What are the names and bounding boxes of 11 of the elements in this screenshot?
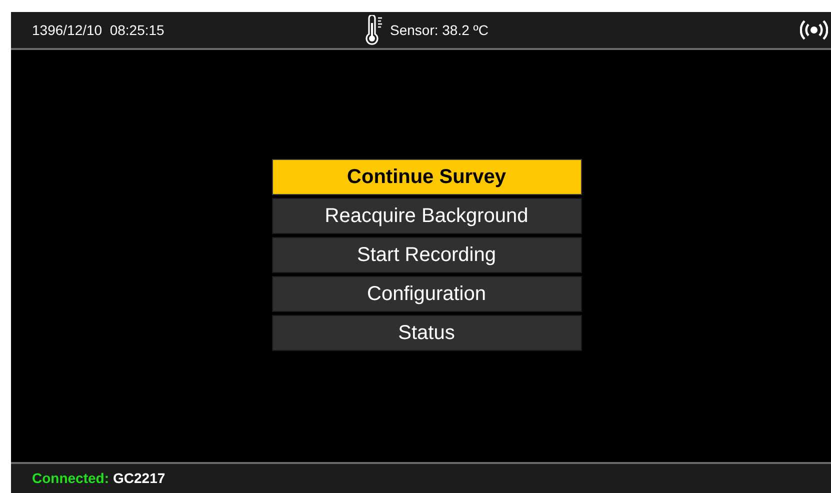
connection-label: Connected:	[32, 469, 109, 488]
date-time: 1396/12/10 08:25:15	[32, 20, 164, 40]
menu-button[interactable]: Status	[272, 315, 582, 351]
menu-button[interactable]: Continue Survey	[272, 159, 582, 195]
menu-button[interactable]: Start Recording	[272, 237, 582, 273]
menu-button[interactable]: Reacquire Background	[272, 198, 582, 234]
device-name: GC2217	[113, 469, 166, 488]
thermometer-icon	[364, 15, 384, 45]
sensor-reading: Sensor: 38.2 ºC	[390, 20, 488, 40]
menu-button[interactable]: Configuration	[272, 276, 582, 312]
broadcast-signal-icon	[800, 19, 828, 41]
